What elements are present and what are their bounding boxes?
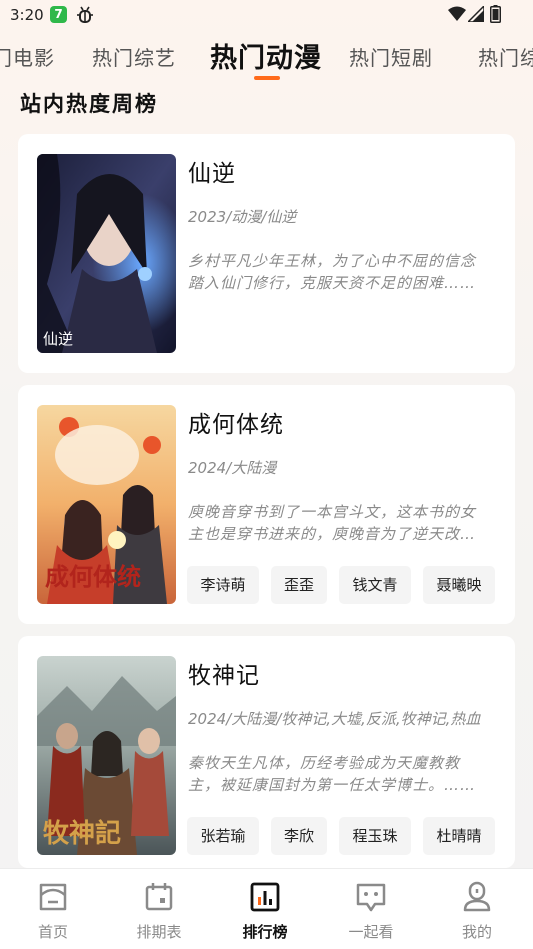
card-meta: 2024/大陆漫 bbox=[188, 459, 277, 477]
status-time: 3:20 bbox=[10, 6, 44, 24]
card-description: 秦牧天生凡体，历经考验成为天魔教教主，被延康国封为第一任太学博士。…… bbox=[188, 754, 477, 794]
tab-variety[interactable]: 热门综艺 bbox=[92, 42, 176, 71]
signal-icon bbox=[468, 6, 484, 22]
chat-icon bbox=[356, 883, 386, 912]
status-bar: 3:20 7 bbox=[0, 0, 533, 30]
tab-movies[interactable]: 门电影 bbox=[0, 42, 55, 71]
nav-schedule[interactable]: 排期表 bbox=[106, 869, 212, 949]
poster-image[interactable]: 成何体统 bbox=[37, 405, 176, 604]
card-title: 仙逆 bbox=[188, 161, 236, 187]
card-description: 庾晚音穿书到了一本宫斗文，这本书的女主也是穿书进来的，庾晚音为了逆天改命…… bbox=[188, 503, 477, 543]
poster-image[interactable]: 牧神記 bbox=[37, 656, 176, 855]
debug-bug-icon bbox=[77, 6, 93, 23]
cast-tag[interactable]: 李欣 bbox=[271, 817, 327, 855]
poster-calligraphy: 成何体统 bbox=[45, 562, 141, 591]
nav-label: 一起看 bbox=[348, 923, 394, 941]
tab-anime[interactable]: 热门动漫 bbox=[210, 36, 322, 75]
cast-tag[interactable]: 杜晴晴 bbox=[423, 817, 495, 855]
card-description: 乡村平凡少年王林，为了心中不屈的信念踏入仙门修行，克服天资不足的困难…… bbox=[188, 252, 477, 292]
home-icon bbox=[39, 883, 67, 911]
category-tabs: 门电影 热门综艺 热门动漫 热门短剧 热门综 bbox=[0, 30, 533, 82]
active-tab-indicator bbox=[254, 76, 280, 80]
tab-short-drama[interactable]: 热门短剧 bbox=[349, 42, 433, 71]
battery-icon bbox=[490, 5, 501, 23]
cast-tag[interactable]: 张若瑜 bbox=[187, 817, 259, 855]
card-title: 牧神记 bbox=[188, 663, 260, 689]
app-notification-icon: 7 bbox=[50, 6, 67, 23]
ranking-card[interactable]: 仙逆 仙逆 2023/动漫/仙逆 乡村平凡少年王林，为了心中不屈的信念踏入仙门修… bbox=[18, 134, 515, 373]
ranking-card[interactable]: 成何体统 成何体统 2024/大陆漫 庾晚音穿书到了一本宫斗文，这本书的女主也是… bbox=[18, 385, 515, 624]
card-meta: 2024/大陆漫/牧神记,大墟,反派,牧神记,热血 bbox=[188, 710, 481, 728]
cast-tag[interactable]: 钱文青 bbox=[339, 566, 411, 604]
cast-tag[interactable]: 程玉珠 bbox=[339, 817, 411, 855]
nav-profile[interactable]: 我的 bbox=[424, 869, 530, 949]
poster-calligraphy: 仙逆 bbox=[43, 330, 73, 348]
nav-label: 我的 bbox=[461, 923, 492, 941]
nav-label: 首页 bbox=[37, 923, 68, 941]
section-title: 站内热度周榜 bbox=[20, 92, 158, 116]
profile-icon bbox=[463, 881, 491, 912]
poster-calligraphy: 牧神記 bbox=[43, 818, 121, 849]
bottom-navigation: 首页 排期表 排行榜 一起看 我的 bbox=[0, 868, 533, 949]
nav-ranking[interactable]: 排行榜 bbox=[212, 869, 318, 949]
tab-variety-more[interactable]: 热门综 bbox=[478, 42, 533, 71]
poster-image[interactable]: 仙逆 bbox=[37, 154, 176, 353]
nav-home[interactable]: 首页 bbox=[0, 869, 106, 949]
nav-label: 排行榜 bbox=[242, 923, 288, 941]
cast-tag[interactable]: 聂曦映 bbox=[423, 566, 495, 604]
calendar-icon bbox=[145, 883, 173, 911]
card-meta: 2023/动漫/仙逆 bbox=[188, 208, 297, 226]
ranking-card[interactable]: 牧神記 牧神记 2024/大陆漫/牧神记,大墟,反派,牧神记,热血 秦牧天生凡体… bbox=[18, 636, 515, 868]
card-title: 成何体统 bbox=[188, 412, 284, 438]
cast-tag[interactable]: 歪歪 bbox=[271, 566, 327, 604]
nav-label: 排期表 bbox=[136, 923, 182, 941]
ranking-icon bbox=[250, 882, 280, 912]
wifi-icon bbox=[448, 6, 466, 21]
cast-tag[interactable]: 李诗萌 bbox=[187, 566, 259, 604]
nav-watch-together[interactable]: 一起看 bbox=[318, 869, 424, 949]
